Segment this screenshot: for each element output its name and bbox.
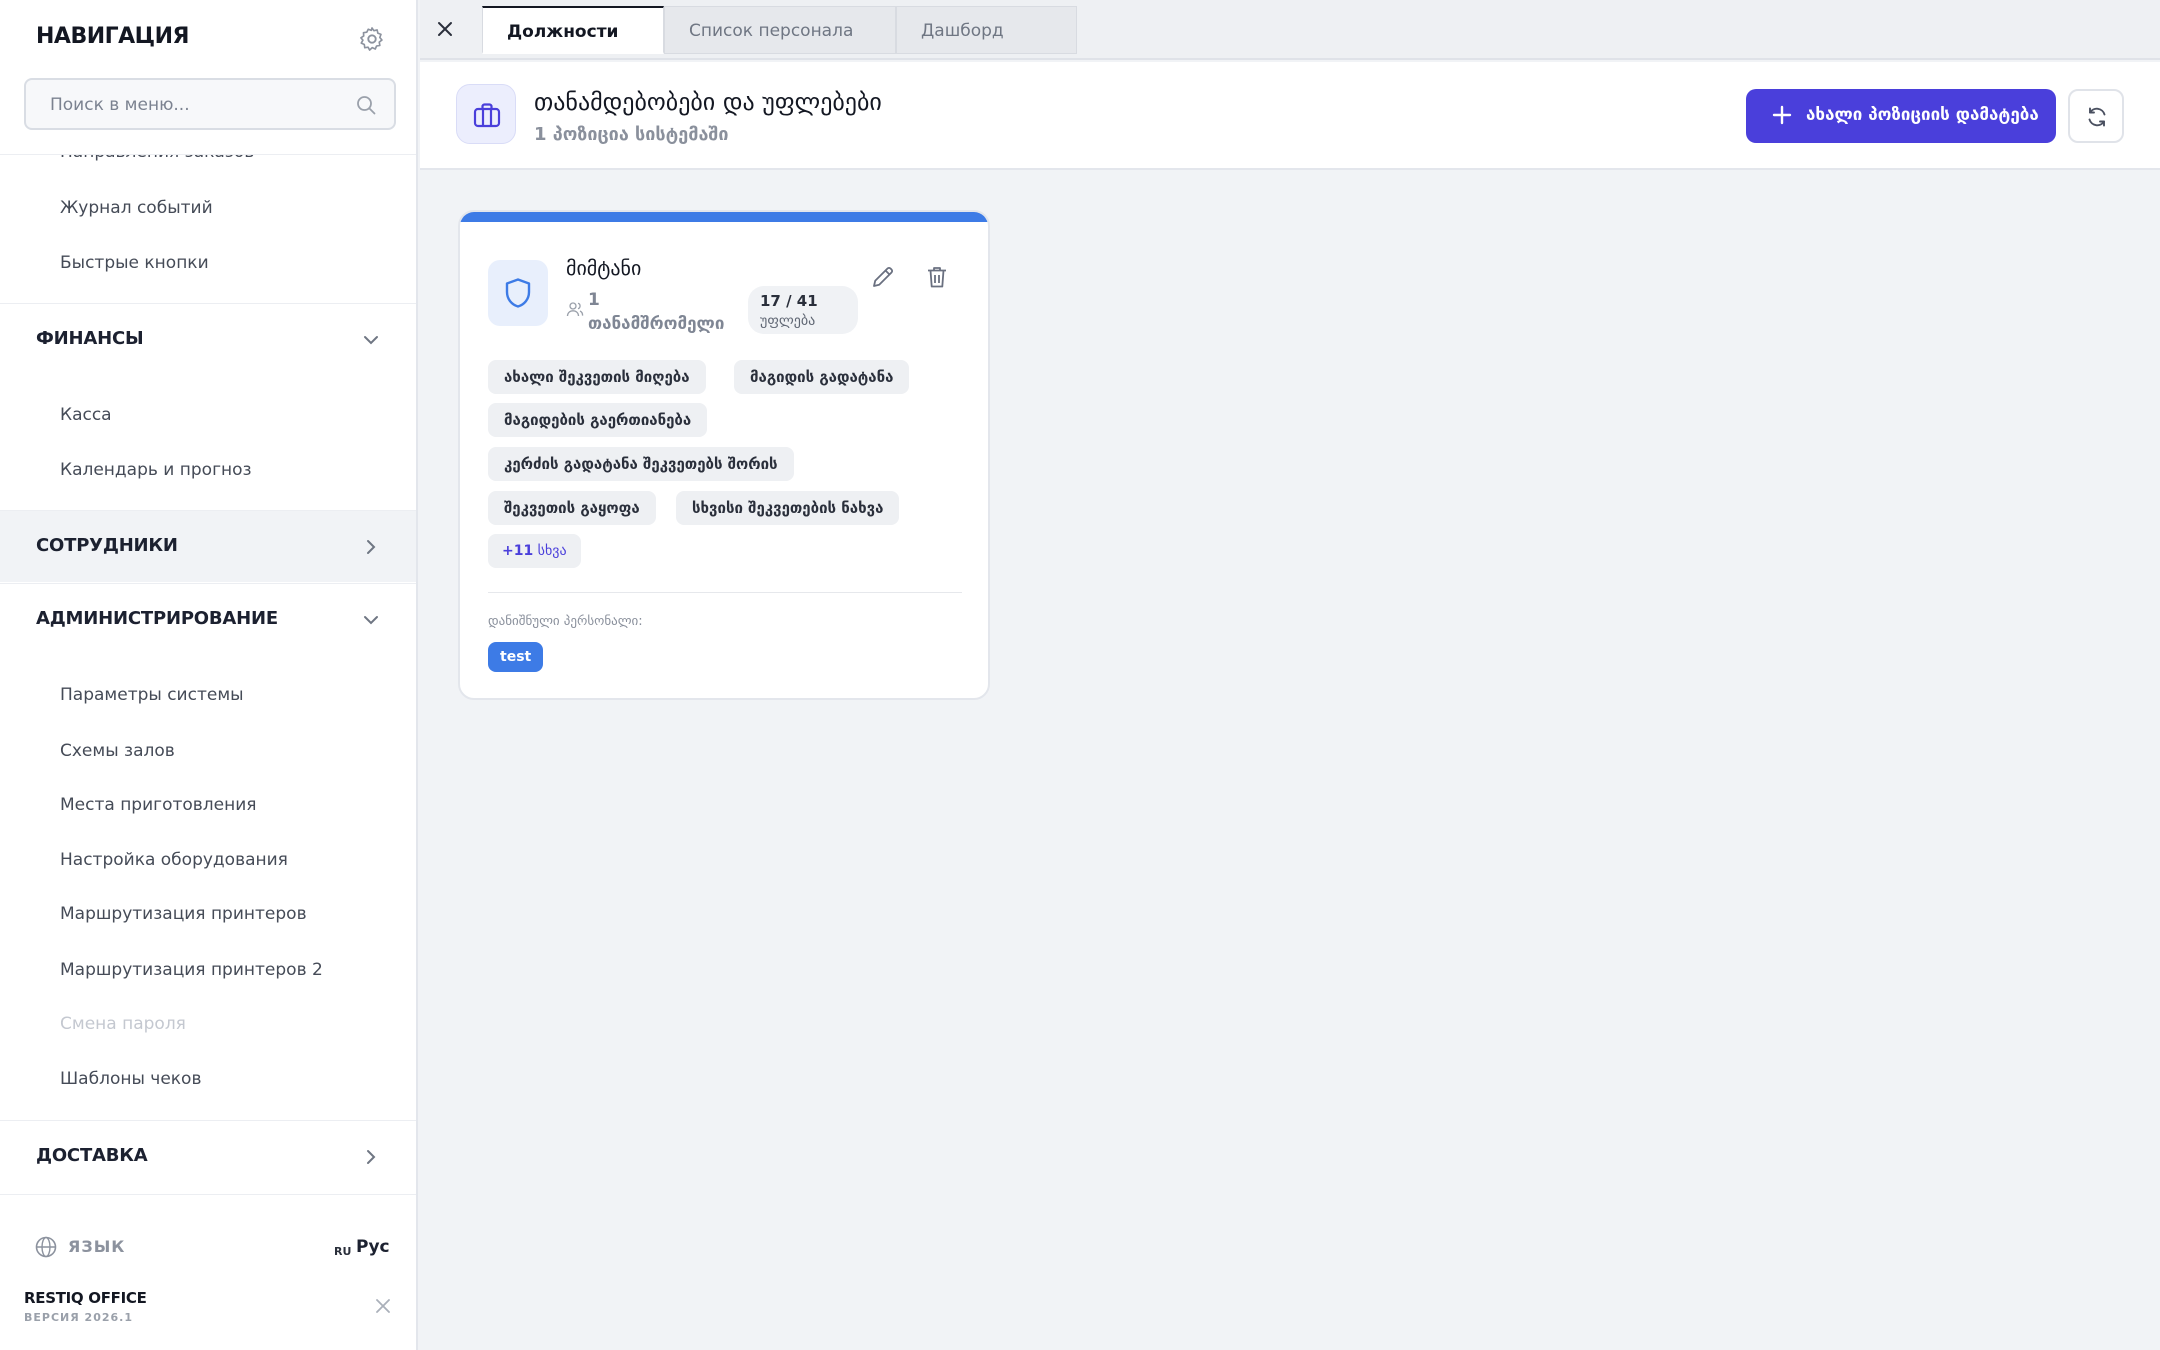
tab-bar: Должности Список персонала Дашборд — [420, 0, 2160, 60]
chevron-down-icon — [364, 616, 378, 625]
page-header: თანამდებობები და უფლებები 1 პოზიცია სისტ… — [420, 62, 2160, 170]
sidebar-item-calendar[interactable]: Календарь и прогноз — [60, 460, 252, 480]
sidebar-item-cooking-places[interactable]: Места приготовления — [60, 795, 257, 815]
chevron-right-icon — [367, 540, 376, 554]
app-version: ВЕРСИЯ 2026.1 — [24, 1311, 133, 1324]
position-card: მიმტანი 1 თანამშრომელი 17 / 41 უფლება ახ… — [458, 210, 990, 700]
permission-chip: კერძის გადატანა შეკვეთებს შორის — [488, 447, 794, 481]
section-admin-label: АДМИНИСТРИРОВАНИЕ — [36, 608, 278, 629]
sidebar-item-hall-schemes[interactable]: Схемы залов — [60, 741, 175, 761]
more-permissions-chip[interactable]: +11 სხვა — [488, 534, 581, 568]
sidebar-item-change-password[interactable]: Смена пароля — [60, 1014, 186, 1034]
permission-chip: მაგიდის გადატანა — [734, 360, 910, 394]
trash-icon[interactable] — [924, 264, 950, 290]
permission-chip: მაგიდების გაერთიანება — [488, 403, 708, 437]
add-position-button[interactable]: ახალი პოზიციის დამატება — [1746, 89, 2056, 143]
section-finance[interactable]: ФИНАНСЫ — [0, 303, 416, 375]
sidebar-item-printer-routing-2[interactable]: Маршрутизация принтеров 2 — [60, 960, 323, 980]
sidebar-title: НАВИГАЦИЯ — [36, 24, 189, 49]
brand-name: RESTIQ OFFICE — [24, 1289, 147, 1307]
section-admin[interactable]: АДМИНИСТРИРОВАНИЕ — [0, 583, 416, 655]
position-title: მიმტანი — [566, 256, 642, 280]
sidebar: Направления заказов Журнал событий Быстр… — [0, 0, 418, 1350]
permissions-badge: 17 / 41 უფლება — [748, 286, 858, 334]
card-accent-bar — [460, 212, 988, 222]
tab-staff-list[interactable]: Список персонала — [664, 6, 896, 54]
plus-icon — [1772, 105, 1792, 125]
sidebar-footer: ЯЗЫК RU Рус RESTIQ OFFICE ВЕРСИЯ 2026.1 — [0, 1194, 416, 1350]
permission-chip: ახალი შეკვეთის მიღება — [488, 360, 706, 394]
more-permissions-count: +11 — [502, 543, 534, 559]
briefcase-icon — [456, 84, 516, 144]
page-subtitle: 1 პოზიცია სისტემაში — [534, 124, 729, 145]
page-title: თანამდებობები და უფლებები — [534, 88, 882, 116]
permissions-count: 17 / 41 — [760, 292, 818, 310]
gear-icon[interactable] — [358, 25, 386, 53]
refresh-icon — [2088, 107, 2106, 127]
shield-icon — [488, 260, 548, 326]
permission-chip: სხვისი შეკვეთების ნახვა — [676, 491, 900, 525]
language-label: ЯЗЫК — [68, 1237, 126, 1256]
assigned-staff-tag[interactable]: test — [488, 642, 544, 672]
employee-count-label: თანამშრომელი — [588, 314, 725, 334]
section-finance-label: ФИНАНСЫ — [36, 328, 144, 349]
search-input[interactable]: Поиск в меню... — [24, 78, 396, 130]
sidebar-item-system-params[interactable]: Параметры системы — [60, 685, 244, 705]
chevron-right-icon — [367, 1150, 376, 1164]
language-selector[interactable]: Рус — [356, 1237, 390, 1257]
assigned-staff-label: დანიშნული პერსონალი: — [488, 614, 643, 629]
chevron-down-icon — [364, 336, 378, 345]
close-icon[interactable] — [374, 1297, 392, 1315]
tab-dashboard[interactable]: Дашборд — [896, 6, 1077, 54]
sidebar-item-receipt-templates[interactable]: Шаблоны чеков — [60, 1069, 201, 1089]
sidebar-item-equipment[interactable]: Настройка оборудования — [60, 850, 288, 870]
add-position-label: ახალი პოზიციის დამატება — [1806, 105, 2039, 125]
edit-icon[interactable] — [870, 264, 896, 290]
section-delivery-label: ДОСТАВКА — [36, 1145, 148, 1166]
search-icon — [357, 96, 376, 115]
more-permissions-label: სხვა — [537, 543, 567, 559]
tab-positions[interactable]: Должности — [482, 6, 664, 54]
search-placeholder: Поиск в меню... — [50, 95, 190, 115]
permissions-label: უფლება — [760, 313, 816, 329]
employee-count-value: 1 — [588, 290, 600, 310]
section-employees-label: СОТРУДНИКИ — [36, 535, 178, 556]
sidebar-item-printer-routing[interactable]: Маршрутизация принтеров — [60, 904, 307, 924]
globe-icon — [35, 1236, 57, 1258]
sidebar-item-cashdesk[interactable]: Касса — [60, 405, 112, 425]
language-code: RU — [334, 1245, 352, 1258]
section-delivery[interactable]: ДОСТАВКА — [0, 1120, 416, 1192]
employee-count: 1 თანამშრომელი — [588, 288, 724, 336]
card-divider — [488, 592, 962, 593]
users-icon — [566, 302, 584, 317]
sidebar-header: НАВИГАЦИЯ Поиск в меню... — [0, 0, 416, 155]
refresh-button[interactable] — [2068, 89, 2124, 143]
sidebar-item-event-log[interactable]: Журнал событий — [60, 198, 213, 218]
permission-chip: შეკვეთის გაყოფა — [488, 491, 656, 525]
sidebar-item-quick-buttons[interactable]: Быстрые кнопки — [60, 253, 209, 273]
section-employees[interactable]: СОТРУДНИКИ — [0, 510, 416, 582]
close-tab-icon[interactable] — [434, 18, 456, 40]
